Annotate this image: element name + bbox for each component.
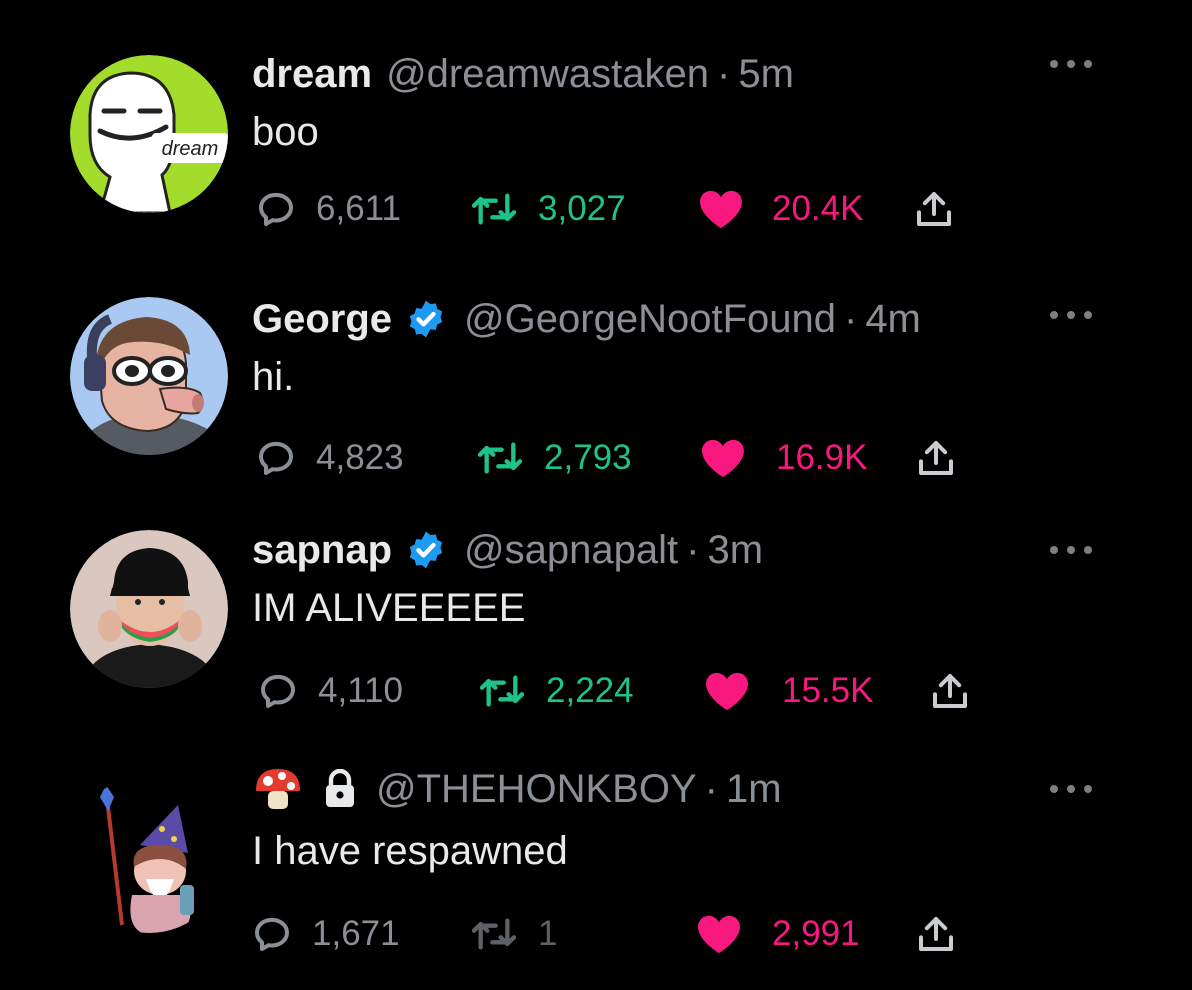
lock-icon <box>322 768 358 809</box>
separator-dot: · <box>717 51 731 96</box>
like-button[interactable]: 20.4K <box>698 185 863 233</box>
retweet-count: 1 <box>538 914 558 953</box>
tweet-header: sapnap @sapnapalt · 3m <box>252 526 763 574</box>
more-options-icon[interactable] <box>1050 54 1092 74</box>
heart-icon <box>706 672 748 711</box>
display-name[interactable]: sapnap <box>252 528 392 573</box>
like-button[interactable]: 2,991 <box>696 910 860 958</box>
share-upload-icon <box>919 441 953 475</box>
tweet-text: hi. <box>252 355 295 399</box>
verified-badge-icon <box>406 530 446 570</box>
reply-count: 4,823 <box>316 438 404 477</box>
reply-count: 6,611 <box>316 189 401 228</box>
display-name[interactable]: George <box>252 297 392 342</box>
share-upload-icon <box>933 674 967 708</box>
avatar-george[interactable] <box>70 297 228 455</box>
retweet-count: 2,793 <box>544 438 632 477</box>
reply-count: 1,671 <box>312 914 400 953</box>
timestamp[interactable]: 1m <box>726 767 782 812</box>
retweet-button[interactable]: 3,027 <box>470 185 626 233</box>
like-count: 2,991 <box>772 914 860 953</box>
tweet-dream[interactable]: dream dream @dreamwastaken · 5m boo 6,61… <box>0 50 1192 250</box>
share-button[interactable] <box>914 185 954 233</box>
like-count: 20.4K <box>772 189 864 228</box>
tweet-text: boo <box>252 110 319 154</box>
avatar-dream[interactable]: dream <box>70 55 228 213</box>
speech-bubble-icon <box>259 441 293 475</box>
tweet-header: George @GeorgeNootFound · 4m <box>252 295 921 343</box>
reply-button[interactable]: 4,823 <box>256 434 404 482</box>
retweet-button[interactable]: 1 <box>470 910 557 958</box>
retweet-button[interactable]: 2,224 <box>478 667 634 715</box>
share-upload-icon <box>919 917 953 951</box>
share-button[interactable] <box>916 434 956 482</box>
more-options-icon[interactable] <box>1050 779 1092 799</box>
reply-button[interactable]: 1,671 <box>252 910 400 958</box>
retweet-arrows-icon <box>471 193 517 225</box>
tweet-actions: 1,671 1 2,991 <box>252 910 992 958</box>
speech-bubble-icon <box>255 917 289 951</box>
retweet-arrows-icon <box>471 918 517 950</box>
user-handle[interactable]: @sapnapalt <box>464 528 678 573</box>
reply-count: 4,110 <box>318 671 403 710</box>
verified-badge-icon <box>406 299 446 339</box>
tweet-header: dream @dreamwastaken · 5m <box>252 50 794 98</box>
retweet-arrows-icon <box>479 675 525 707</box>
reply-button[interactable]: 4,110 <box>258 667 403 715</box>
heart-icon <box>700 190 742 229</box>
speech-bubble-icon <box>259 192 293 226</box>
more-options-icon[interactable] <box>1050 540 1092 560</box>
like-count: 15.5K <box>782 671 874 710</box>
like-count: 16.9K <box>776 438 868 477</box>
avatar-sapnap[interactable] <box>70 530 228 688</box>
retweet-arrows-icon <box>477 442 523 474</box>
like-button[interactable]: 16.9K <box>700 434 867 482</box>
timestamp[interactable]: 4m <box>865 297 921 342</box>
display-name[interactable]: dream <box>252 52 372 97</box>
tweet-actions: 4,110 2,224 15.5K <box>252 667 992 715</box>
speech-bubble-icon <box>261 674 295 708</box>
tweet-thehonkboy[interactable]: @THEHONKBOY · 1m I have respawned 1,671 … <box>0 765 1192 965</box>
user-handle[interactable]: @dreamwastaken <box>386 52 709 97</box>
tweet-actions: 6,611 3,027 20.4K <box>252 185 992 233</box>
avatar-thehonkboy[interactable] <box>70 775 228 933</box>
separator-dot: · <box>686 527 700 572</box>
heart-icon <box>698 915 740 954</box>
separator-dot: · <box>843 296 858 341</box>
share-button[interactable] <box>916 910 956 958</box>
retweet-count: 2,224 <box>546 671 634 710</box>
share-button[interactable] <box>930 667 970 715</box>
mushroom-emoji-icon <box>252 765 304 813</box>
tweet-george[interactable]: George @GeorgeNootFound · 4m hi. 4,823 2… <box>0 295 1192 495</box>
tweet-text: IM ALIVEEEEE <box>252 586 526 630</box>
tweet-text: I have respawned <box>252 829 568 873</box>
separator-dot: · <box>704 766 718 811</box>
heart-icon <box>702 439 744 478</box>
tweet-header: @THEHONKBOY · 1m <box>252 765 782 813</box>
user-handle[interactable]: @THEHONKBOY <box>376 767 697 812</box>
retweet-button[interactable]: 2,793 <box>476 434 632 482</box>
avatar-dream-label: dream <box>162 138 219 160</box>
timestamp[interactable]: 5m <box>738 52 794 97</box>
user-handle[interactable]: @GeorgeNootFound <box>464 297 836 342</box>
tweet-actions: 4,823 2,793 16.9K <box>252 434 992 482</box>
retweet-count: 3,027 <box>538 189 626 228</box>
like-button[interactable]: 15.5K <box>704 667 873 715</box>
more-options-icon[interactable] <box>1050 305 1092 325</box>
reply-button[interactable]: 6,611 <box>256 185 401 233</box>
share-upload-icon <box>917 192 951 226</box>
tweet-sapnap[interactable]: sapnap @sapnapalt · 3m IM ALIVEEEEE 4,11… <box>0 526 1192 726</box>
timestamp[interactable]: 3m <box>707 528 763 573</box>
